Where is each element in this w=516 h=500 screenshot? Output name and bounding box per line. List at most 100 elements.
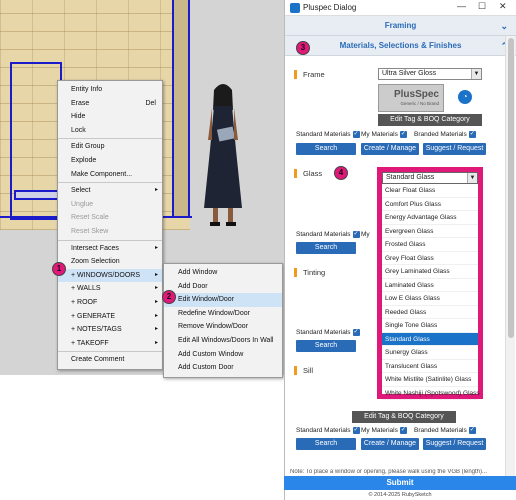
submenu-item-remove-window-door[interactable]: Remove Window/Door <box>164 320 282 334</box>
chevron-down-icon[interactable]: ⌄ <box>500 16 508 36</box>
menu-item-roof[interactable]: + ROOF ▸ <box>58 296 162 310</box>
submenu-item-add-window[interactable]: Add Window <box>164 266 282 280</box>
glass-option[interactable]: Translucent Glass <box>382 360 478 373</box>
glass-option[interactable]: Comfort Plus Glass <box>382 198 478 211</box>
menu-item-create-comment[interactable]: Create Comment <box>58 353 162 367</box>
my-materials-checkbox[interactable]: My <box>361 231 370 238</box>
menu-item-walls[interactable]: + WALLS ▸ <box>58 282 162 296</box>
menu-item-lock[interactable]: Lock <box>58 124 162 138</box>
glass-option[interactable]: Evergreen Glass <box>382 225 478 238</box>
glass-option[interactable]: Grey Laminated Glass <box>382 265 478 279</box>
suggest-request-button[interactable]: Suggest / Request <box>423 143 486 155</box>
glass-label: Glass <box>294 169 322 178</box>
glass-option[interactable]: Sunergy Glass <box>382 346 478 360</box>
section-materials[interactable]: Materials, Selections & Finishes ⌃ <box>285 36 516 56</box>
logo-subtext: Generic / No Brand <box>400 101 439 106</box>
menu-item-notes-tags[interactable]: + NOTES/TAGS ▸ <box>58 323 162 337</box>
menu-item-label: Remove Window/Door <box>178 323 249 331</box>
menu-item-label: Entity Info <box>71 86 103 93</box>
search-button[interactable]: Search <box>296 438 356 450</box>
create-manage-button[interactable]: Create / Manage <box>361 143 419 155</box>
check-icon: ✓ <box>468 131 476 138</box>
maximize-icon[interactable]: ☐ <box>478 1 486 12</box>
info-icon[interactable]: ◔ <box>458 90 472 104</box>
menu-item-hide[interactable]: Hide <box>58 110 162 124</box>
menu-item-entity-info[interactable]: Entity Info <box>58 83 162 97</box>
menu-item-make-component[interactable]: Make Component... <box>58 168 162 182</box>
menu-item-erase[interactable]: Erase Del <box>58 97 162 111</box>
glass-dropdown[interactable]: Standard Glass ▼ Clear Float Glass Comfo… <box>377 167 483 400</box>
glass-select[interactable]: Standard Glass ▼ <box>382 172 478 184</box>
glass-option[interactable]: Energy Advantage Glass <box>382 211 478 225</box>
standard-materials-checkbox[interactable]: Standard Materials ✓ <box>296 231 360 238</box>
menu-item-unglue: Unglue <box>58 198 162 212</box>
check-icon: ✓ <box>352 231 360 238</box>
menu-item-reset-skew: Reset Skew <box>58 225 162 239</box>
glass-select-value: Standard Glass <box>386 174 435 181</box>
glass-option[interactable]: Clear Float Glass <box>382 184 478 198</box>
menu-item-explode[interactable]: Explode <box>58 154 162 168</box>
glass-option[interactable]: Reeded Glass <box>382 306 478 319</box>
dialog-scrollbar[interactable] <box>505 36 515 476</box>
frame-label: Frame <box>294 70 325 79</box>
submenu-item-add-custom-window[interactable]: Add Custom Window <box>164 348 282 362</box>
edit-tag-button[interactable]: Edit Tag & BOQ Category <box>352 411 456 423</box>
submenu-item-redefine-window-door[interactable]: Redefine Window/Door <box>164 307 282 321</box>
standard-materials-checkbox[interactable]: Standard Materials ✓ <box>296 131 360 138</box>
checkbox-label: Standard Materials <box>296 427 351 435</box>
submenu-item-edit-all-windows-doors[interactable]: Edit All Windows/Doors In Wall <box>164 334 282 348</box>
section-framing[interactable]: Framing ⌄ <box>285 16 516 36</box>
close-icon[interactable]: ✕ <box>499 1 507 12</box>
suggest-request-button[interactable]: Suggest / Request <box>423 438 486 450</box>
check-icon: ✓ <box>399 131 407 138</box>
step-badge: 3 <box>296 41 310 55</box>
glass-option[interactable]: Single Tone Glass <box>382 319 478 333</box>
branded-materials-checkbox[interactable]: Branded Materials ✓ <box>414 131 476 138</box>
menu-item-zoom-selection[interactable]: Zoom Selection <box>58 255 162 269</box>
submit-button[interactable]: Submit <box>284 476 516 490</box>
step-badge: 2 <box>162 290 176 304</box>
submenu-item-add-custom-door[interactable]: Add Custom Door <box>164 361 282 375</box>
menu-item-generate[interactable]: + GENERATE ▸ <box>58 310 162 324</box>
menu-item-takeoff[interactable]: + TAKEOFF ▸ <box>58 337 162 351</box>
menu-item-label: + WINDOWS/DOORS <box>71 271 141 279</box>
menu-item-edit-group[interactable]: Edit Group <box>58 140 162 154</box>
minimize-icon[interactable]: — <box>457 1 466 11</box>
menu-item-label: Erase <box>71 99 90 107</box>
frame-select[interactable]: Ultra Silver Gloss ▼ <box>378 68 482 80</box>
glass-option[interactable]: Grey Float Glass <box>382 252 478 265</box>
menu-item-windows-doors[interactable]: + WINDOWS/DOORS ▸ <box>58 268 162 283</box>
standard-materials-checkbox[interactable]: Standard Materials ✓ <box>296 329 360 336</box>
edit-tag-button[interactable]: Edit Tag & BOQ Category <box>378 114 482 126</box>
search-button[interactable]: Search <box>296 143 356 155</box>
branded-materials-checkbox[interactable]: Branded Materials ✓ <box>414 427 476 434</box>
submenu-item-add-door[interactable]: Add Door <box>164 280 282 294</box>
menu-item-label: + TAKEOFF <box>71 339 109 347</box>
scrollbar-thumb[interactable] <box>508 38 514 338</box>
glass-option[interactable]: Frosted Glass <box>382 238 478 252</box>
menu-item-intersect-faces[interactable]: Intersect Faces ▸ <box>58 242 162 256</box>
frame-select-value: Ultra Silver Gloss <box>382 70 437 77</box>
windows-doors-submenu: Add Window Add Door Edit Window/Door Red… <box>163 263 283 378</box>
glass-option-selected[interactable]: Standard Glass <box>382 332 478 346</box>
create-manage-button[interactable]: Create / Manage <box>361 438 419 450</box>
glass-option[interactable]: White Nashiji (Spotswood) Glass <box>382 387 480 400</box>
glass-option[interactable]: White Mistlite (Satinlite) Glass <box>382 373 478 387</box>
my-materials-checkbox[interactable]: My Materials ✓ <box>361 427 407 434</box>
context-menu: Entity Info Erase Del Hide Lock Edit Grou… <box>57 80 163 370</box>
section-title: Framing <box>384 21 417 30</box>
person-figure <box>204 84 242 226</box>
checkbox-label: My Materials <box>361 131 398 139</box>
submenu-item-edit-window-door[interactable]: Edit Window/Door <box>164 293 282 307</box>
check-icon: ✓ <box>399 427 407 434</box>
menu-item-label: + GENERATE <box>71 312 116 320</box>
glass-option[interactable]: Low E Glass Glass <box>382 292 478 306</box>
checkbox-label: Branded Materials <box>414 131 467 139</box>
sketchup-viewport[interactable]: Entity Info Erase Del Hide Lock Edit Grou… <box>0 0 284 500</box>
search-button[interactable]: Search <box>296 340 356 352</box>
menu-item-select[interactable]: Select ▸ <box>58 184 162 198</box>
standard-materials-checkbox[interactable]: Standard Materials ✓ <box>296 427 360 434</box>
my-materials-checkbox[interactable]: My Materials ✓ <box>361 131 407 138</box>
search-button[interactable]: Search <box>296 242 356 254</box>
glass-option[interactable]: Laminated Glass <box>382 279 478 292</box>
